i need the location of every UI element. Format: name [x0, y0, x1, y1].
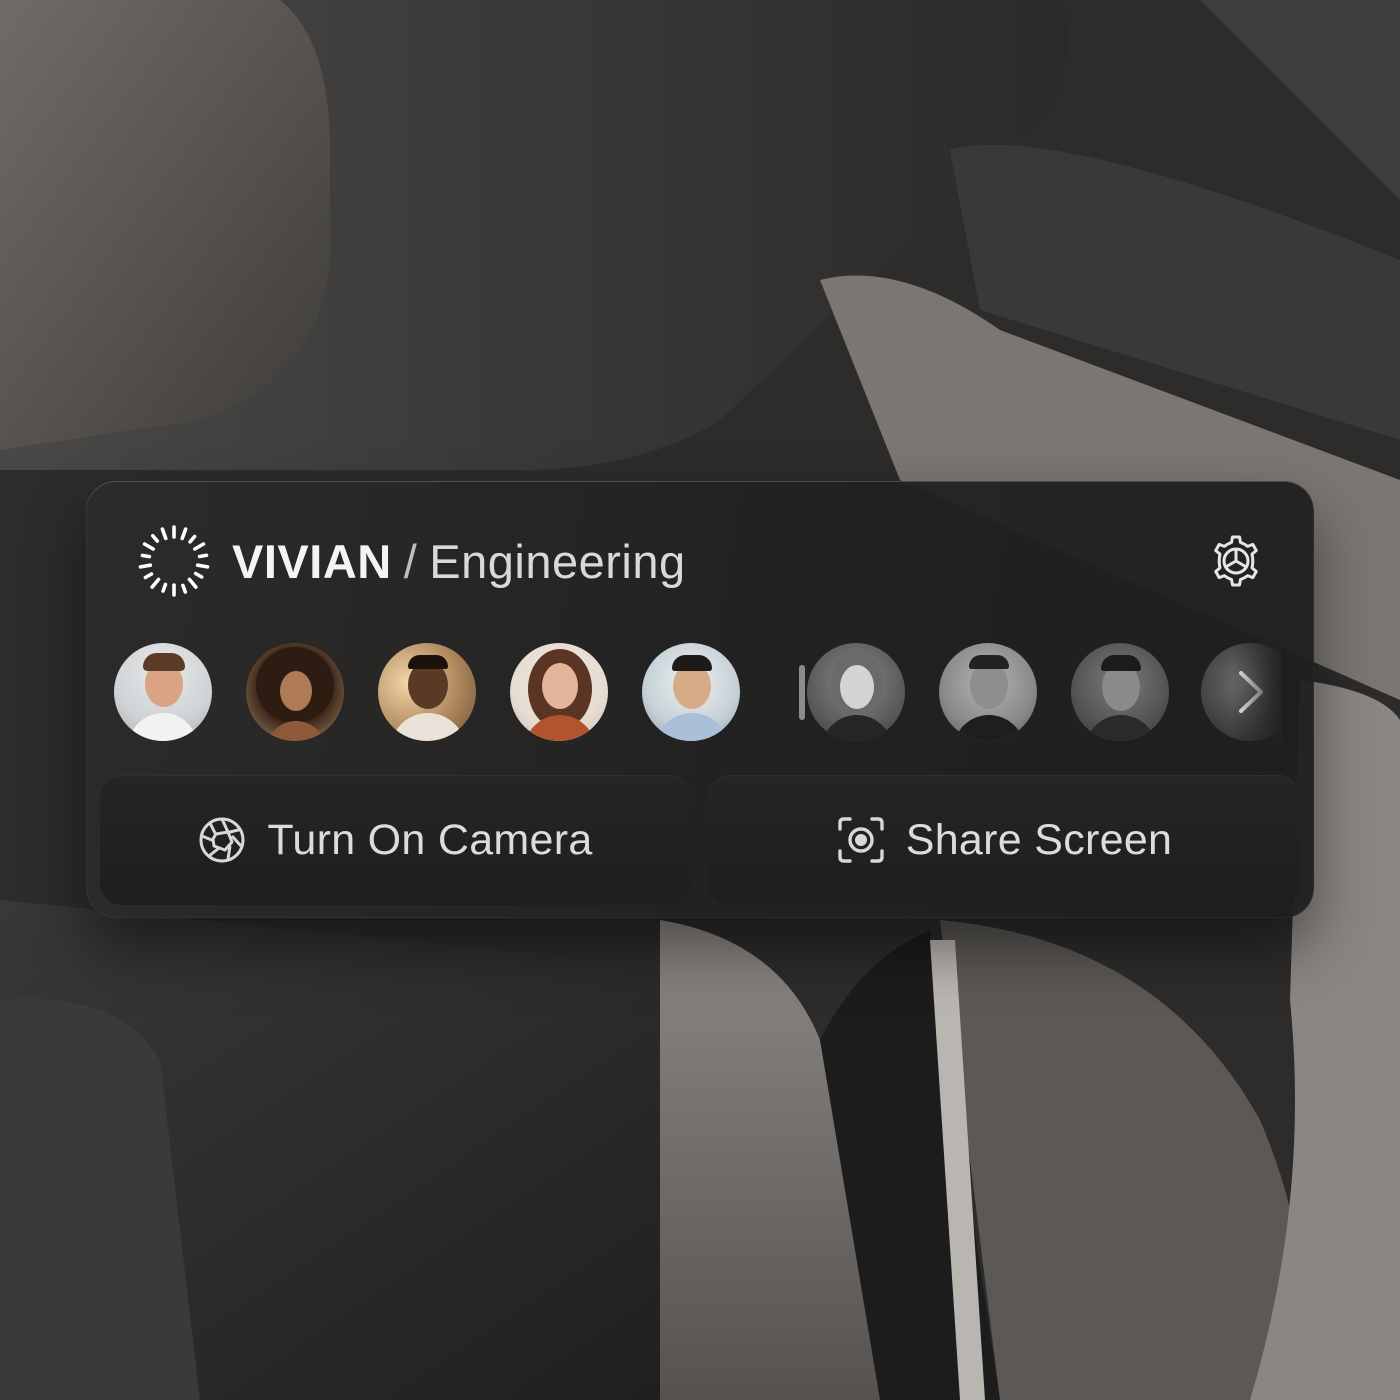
- participant-avatar[interactable]: [807, 643, 905, 741]
- meeting-panel: VIVIAN / Engineering Turn On Camera Shar…: [86, 481, 1314, 918]
- next-participants-button[interactable]: [1201, 643, 1282, 741]
- participant-avatar[interactable]: [510, 643, 608, 741]
- sunburst-logo-icon: [138, 525, 210, 597]
- screen-capture-icon: [838, 817, 884, 863]
- company-name[interactable]: VIVIAN: [232, 534, 392, 589]
- participant-divider: [799, 665, 805, 720]
- panel-header: VIVIAN / Engineering: [138, 521, 686, 601]
- participant-avatar[interactable]: [1071, 643, 1169, 741]
- gear-icon[interactable]: [1208, 533, 1264, 589]
- participant-avatar[interactable]: [114, 643, 212, 741]
- participant-avatar[interactable]: [246, 643, 344, 741]
- share-screen-label: Share Screen: [905, 815, 1173, 864]
- breadcrumb-separator: /: [403, 534, 418, 588]
- aperture-icon: [199, 817, 245, 863]
- share-screen-button[interactable]: Share Screen: [708, 775, 1300, 905]
- participant-avatar[interactable]: [642, 643, 740, 741]
- participant-avatar[interactable]: [939, 643, 1037, 741]
- turn-on-camera-button[interactable]: Turn On Camera: [100, 775, 690, 905]
- participant-avatar[interactable]: [378, 643, 476, 741]
- chevron-right-icon: [1239, 671, 1263, 713]
- participant-strip: [114, 641, 1282, 745]
- breadcrumb: VIVIAN / Engineering: [232, 534, 686, 589]
- turn-on-camera-label: Turn On Camera: [267, 815, 593, 864]
- team-name[interactable]: Engineering: [429, 534, 685, 589]
